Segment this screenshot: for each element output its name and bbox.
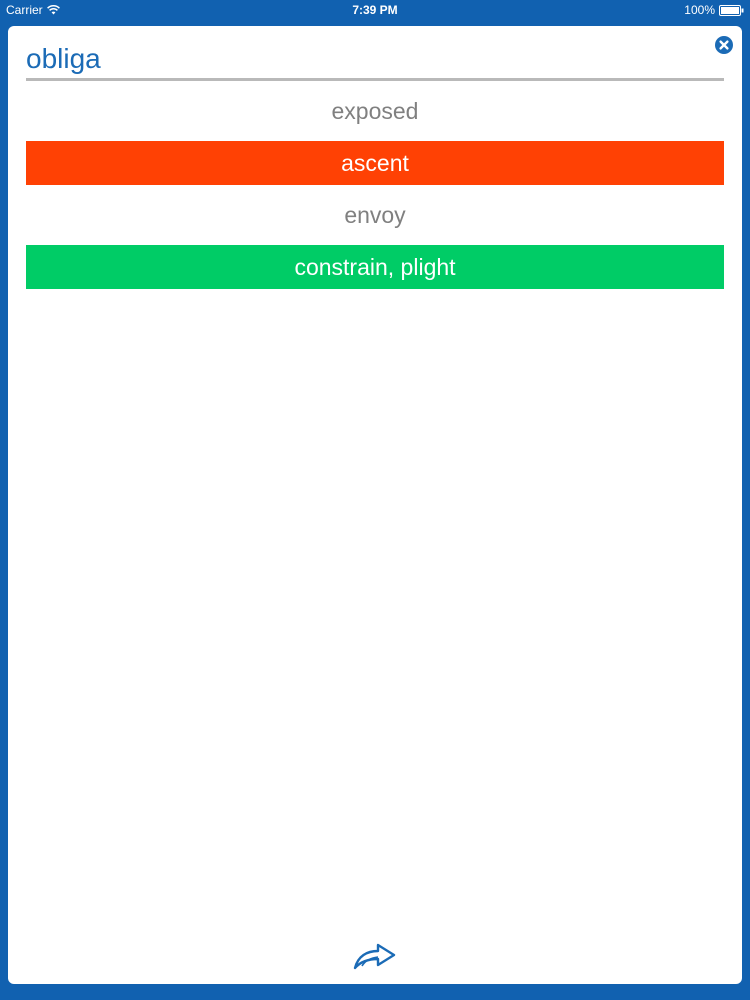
close-icon[interactable] [715, 36, 733, 54]
battery-percentage: 100% [684, 3, 715, 17]
status-bar: Carrier 7:39 PM 100% [0, 0, 750, 22]
status-time: 7:39 PM [352, 3, 398, 17]
answer-option-1[interactable]: exposed [26, 89, 724, 133]
answer-option-4-correct[interactable]: constrain, plight [26, 245, 724, 289]
battery-icon [719, 4, 744, 16]
title-divider [26, 78, 724, 81]
status-right: 100% [684, 3, 744, 17]
quiz-card: obliga exposed ascent envoy constrain, p… [8, 26, 742, 984]
answer-options: exposed ascent envoy constrain, plight [26, 89, 724, 297]
answer-option-2-wrong[interactable]: ascent [26, 141, 724, 185]
forward-arrow-icon[interactable] [352, 941, 398, 971]
answer-option-3[interactable]: envoy [26, 193, 724, 237]
quiz-word: obliga [26, 43, 101, 74]
